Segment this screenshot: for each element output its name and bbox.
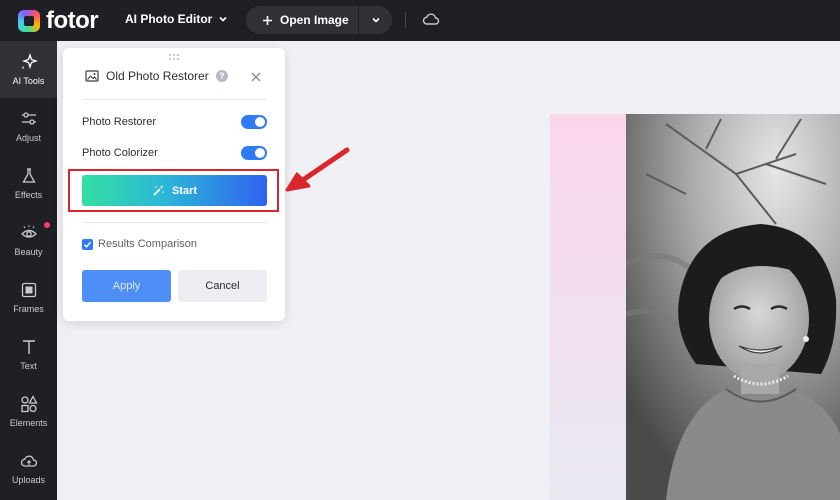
image-icon	[85, 70, 99, 82]
drag-handle-icon[interactable]	[168, 53, 180, 61]
sidebar-item-label: Adjust	[15, 133, 41, 143]
divider	[82, 99, 267, 100]
cloud-icon[interactable]	[422, 11, 440, 27]
sidebar-item-adjust[interactable]: Adjust	[0, 98, 57, 155]
sidebar-item-beauty[interactable]: Beauty	[0, 212, 57, 269]
open-image-dropdown[interactable]	[359, 6, 392, 34]
sidebar-item-frames[interactable]: Frames	[0, 269, 57, 326]
photo-colorizer-toggle[interactable]	[241, 146, 267, 160]
option-photo-colorizer: Photo Colorizer	[82, 146, 267, 160]
sidebar-item-label: AI Tools	[12, 76, 45, 86]
annotation-highlight-box	[68, 169, 279, 212]
check-icon	[83, 241, 92, 248]
panel-header: Old Photo Restorer ?	[85, 69, 270, 83]
sidebar-item-text[interactable]: Text	[0, 326, 57, 383]
vintage-portrait-photo	[626, 114, 840, 500]
sidebar-item-label: Frames	[13, 304, 44, 314]
sidebar: AI Tools Adjust Effects Beauty Frames Te…	[0, 41, 57, 500]
photo-restorer-toggle[interactable]	[241, 115, 267, 129]
results-comparison-label: Results Comparison	[98, 238, 198, 250]
logo-icon	[18, 10, 40, 32]
logo[interactable]: fotor	[18, 7, 99, 35]
option-label: Photo Restorer	[82, 116, 156, 128]
option-label: Photo Colorizer	[82, 147, 158, 159]
top-bar: fotor AI Photo Editor Open Image	[0, 0, 840, 41]
app-menu-button[interactable]: AI Photo Editor	[125, 12, 228, 26]
sidebar-item-label: Text	[20, 361, 37, 371]
sliders-icon	[21, 112, 36, 125]
sidebar-item-label: Beauty	[14, 247, 43, 257]
frame-icon	[21, 282, 36, 298]
results-comparison-checkbox[interactable]	[82, 238, 93, 250]
results-comparison-option: Results Comparison	[82, 238, 197, 250]
open-image-label: Open Image	[280, 13, 349, 27]
help-icon[interactable]: ?	[215, 70, 228, 82]
sidebar-item-label: Elements	[9, 418, 48, 428]
notification-badge	[44, 222, 50, 228]
sidebar-item-effects[interactable]: Effects	[0, 155, 57, 212]
flask-icon	[21, 168, 36, 183]
open-image-button[interactable]: Open Image	[246, 6, 358, 34]
panel-title: Old Photo Restorer	[106, 69, 209, 83]
canvas-photo[interactable]	[550, 114, 840, 500]
chevron-down-icon	[371, 17, 380, 23]
annotation-arrow-icon	[285, 147, 350, 192]
plus-icon	[263, 15, 272, 25]
sidebar-item-ai-tools[interactable]: AI Tools	[0, 41, 57, 98]
text-icon	[22, 340, 35, 354]
open-image-control: Open Image	[246, 6, 392, 34]
sparkle-icon	[21, 53, 38, 70]
divider	[82, 222, 267, 223]
sidebar-item-label: Uploads	[11, 475, 46, 485]
portrait-image	[626, 114, 840, 500]
logo-text: fotor	[46, 7, 99, 34]
sidebar-item-label: Effects	[14, 190, 43, 200]
option-photo-restorer: Photo Restorer	[82, 115, 267, 129]
app-menu-label: AI Photo Editor	[125, 12, 213, 26]
shapes-icon	[20, 395, 38, 413]
photo-background	[550, 114, 626, 500]
eye-icon	[20, 225, 37, 238]
upload-cloud-icon	[20, 455, 37, 467]
divider	[405, 12, 406, 28]
chevron-down-icon	[219, 16, 227, 22]
close-icon[interactable]	[249, 70, 263, 84]
sidebar-item-uploads[interactable]: Uploads	[0, 440, 57, 497]
sidebar-item-elements[interactable]: Elements	[0, 383, 57, 440]
cancel-button[interactable]: Cancel	[178, 270, 267, 302]
apply-button[interactable]: Apply	[82, 270, 171, 302]
